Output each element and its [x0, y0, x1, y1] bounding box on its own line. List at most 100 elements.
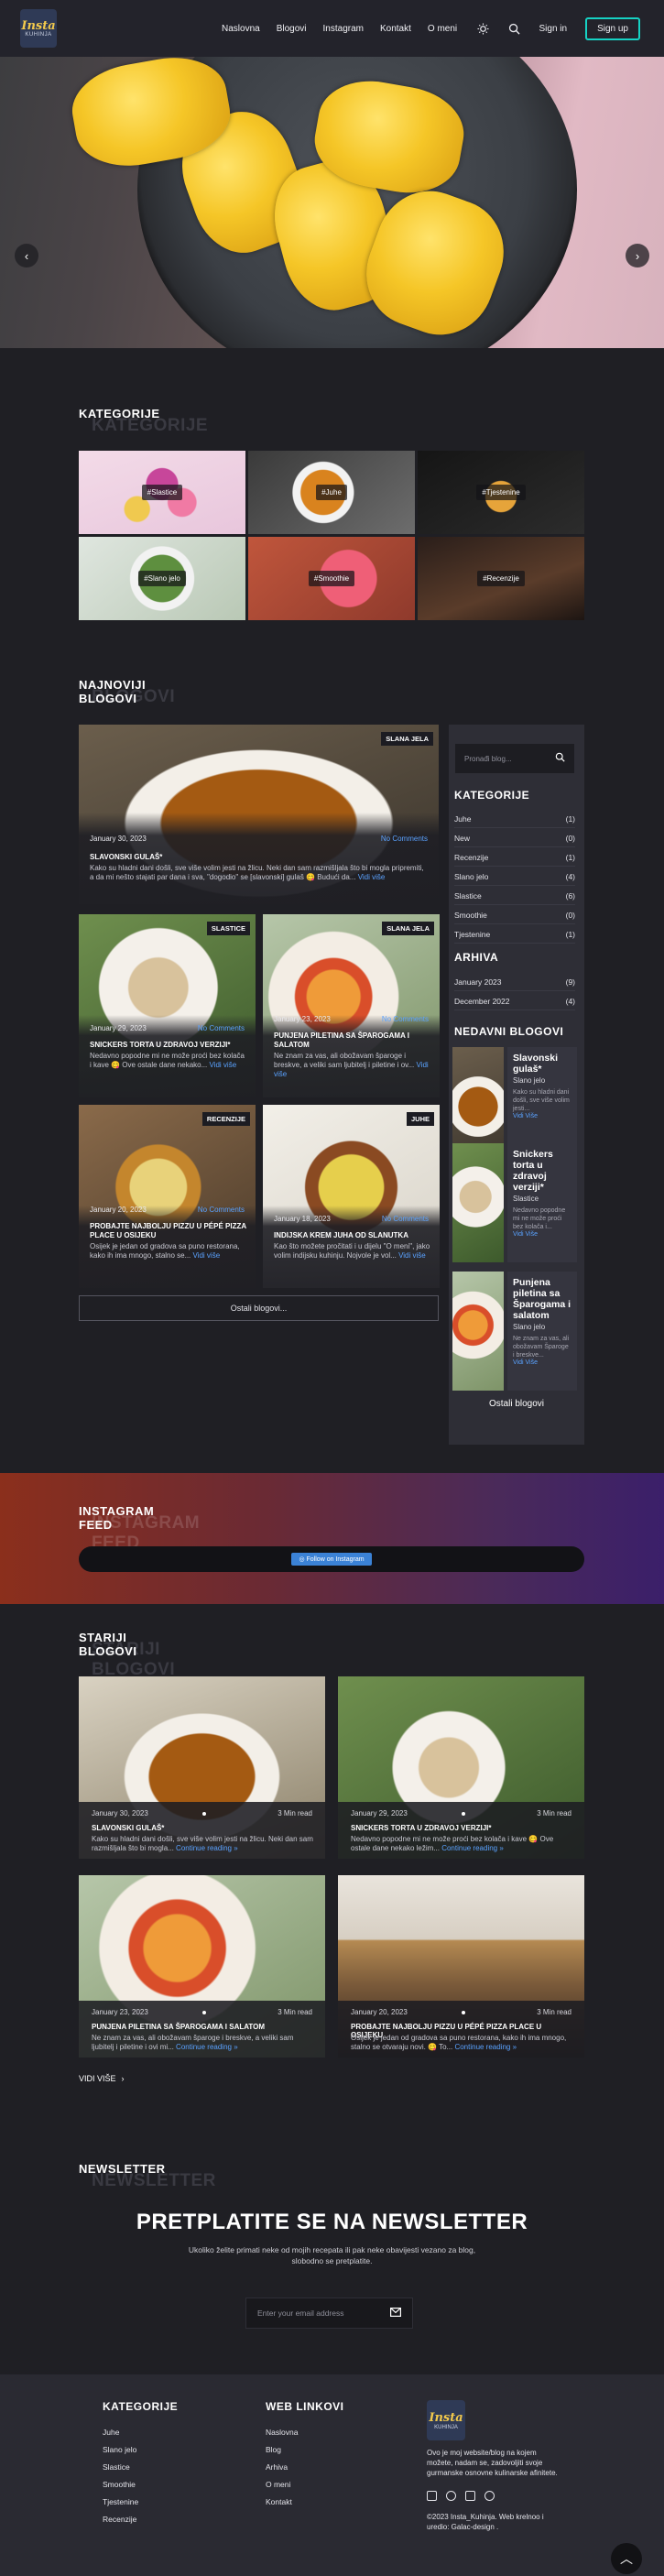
nav-item-kontakt[interactable]: Kontakt [380, 24, 411, 34]
older-blog-card[interactable]: January 30, 2023 3 Min read SLAVONSKI GUL… [79, 1676, 325, 1859]
post-title[interactable]: SLAVONSKI GULAŠ* [92, 1824, 314, 1832]
scroll-to-top-button[interactable]: ︿ [611, 2543, 642, 2574]
facebook-icon[interactable] [446, 2491, 456, 2501]
continue-reading-link[interactable]: Continue reading » [454, 2043, 517, 2051]
category-tile-recenzije[interactable]: #Recenzije [418, 537, 584, 620]
pinterest-icon[interactable] [484, 2491, 495, 2501]
recent-post-more[interactable]: Vidi Više [513, 1113, 571, 1119]
category-badge[interactable]: SLANA JELA [382, 922, 434, 935]
post-date: January 30, 2023 [90, 835, 147, 843]
post-title[interactable]: PUNJENA PILETINA SA ŠPAROGAMA I SALATOM [274, 1031, 430, 1050]
continue-reading-link[interactable]: Continue reading » [176, 2043, 238, 2051]
sidebar-category-item[interactable]: Smoothie (0) [454, 911, 575, 924]
read-more-link[interactable]: Vidi više [398, 1251, 426, 1260]
meta-dot [201, 1812, 206, 1816]
footer-link[interactable]: Recenzije [103, 2515, 178, 2524]
search-icon[interactable] [555, 752, 565, 765]
follow-label: Follow on Instagram [306, 1556, 365, 1563]
hero-next-button[interactable]: › [626, 244, 649, 267]
footer-link[interactable]: Slastice [103, 2462, 178, 2472]
category-badge[interactable]: JUHE [406, 1112, 434, 1126]
read-more-link[interactable]: Vidi više [193, 1251, 221, 1260]
sidebar-archive-item[interactable]: January 2023 (9) [454, 977, 575, 991]
read-more-link[interactable]: Vidi više [210, 1061, 237, 1069]
continue-reading-link[interactable]: Continue reading » [441, 1844, 504, 1852]
blog-card[interactable]: SLASTICE January 29, 2023 No Comments SN… [79, 914, 256, 1097]
post-title[interactable]: SNICKERS TORTA U ZDRAVOJ VERZIJI* [351, 1824, 573, 1832]
post-title[interactable]: PROBAJTE NAJBOLJU PIZZU U PÉPÉ PIZZA PLA… [90, 1222, 246, 1240]
category-badge[interactable]: RECENZIJE [201, 1112, 250, 1126]
footer-link[interactable]: Juhe [103, 2428, 178, 2437]
sidebar-category-item[interactable]: Juhe (1) [454, 814, 575, 828]
sidebar-archive-item[interactable]: December 2022 (4) [454, 997, 575, 1010]
logo-subtext: KUHINJA [434, 2424, 458, 2430]
category-tile-smoothie[interactable]: #Smoothie [248, 537, 415, 620]
post-title[interactable]: SNICKERS TORTA U ZDRAVOJ VERZIJI* [90, 1041, 246, 1050]
footer-link[interactable]: Naslovna [266, 2428, 344, 2437]
sign-in-link[interactable]: Sign in [539, 24, 568, 34]
sidebar-category-item[interactable]: Recenzije (1) [454, 853, 575, 867]
sidebar-category-item[interactable]: Tjestenine (1) [454, 930, 575, 944]
recent-post[interactable]: Snickers torta u zdravoj verziji* Slasti… [452, 1143, 577, 1262]
recent-post-title[interactable]: Punjena piletina sa Šparogama i salatom [513, 1277, 571, 1321]
category-badge[interactable]: SLANA JELA [381, 732, 433, 746]
footer-link[interactable]: Kontakt [266, 2497, 344, 2506]
recent-post-more[interactable]: Vidi Više [513, 1359, 571, 1366]
older-blog-card[interactable]: January 20, 2023 3 Min read PROBAJTE NAJB… [338, 1875, 584, 2058]
category-tile-slano-jelo[interactable]: #Slano jelo [79, 537, 245, 620]
sidebar-more-blogs-link[interactable]: Ostali blogovi [449, 1399, 584, 1409]
nav-item-o-meni[interactable]: O meni [428, 24, 457, 34]
newsletter-email-input[interactable]: Enter your email address [245, 2298, 413, 2329]
category-tile-slastice[interactable]: #Slastice [79, 451, 245, 534]
older-blog-card[interactable]: January 23, 2023 3 Min read PUNJENA PILET… [79, 1875, 325, 2058]
nav-item-naslovna[interactable]: Naslovna [222, 24, 260, 34]
comments-link[interactable]: No Comments [381, 835, 428, 843]
blog-card[interactable]: JUHE January 18, 2023 No Comments INDIJS… [263, 1105, 440, 1288]
footer-link[interactable]: Arhiva [266, 2462, 344, 2472]
sidebar-category-item[interactable]: Slano jelo (4) [454, 872, 575, 886]
see-more-link[interactable]: VIDI VIŠE › [79, 2074, 125, 2083]
sun-icon[interactable] [477, 22, 490, 35]
blog-card[interactable]: SLANA JELA January 23, 2023 No Comments … [263, 914, 440, 1097]
category-tile-tjestenine[interactable]: #Tjestenine [418, 451, 584, 534]
footer-link[interactable]: Slano jelo [103, 2445, 178, 2454]
sidebar-category-item[interactable]: New (0) [454, 834, 575, 847]
category-badge[interactable]: SLASTICE [206, 922, 250, 935]
recent-post-title[interactable]: Snickers torta u zdravoj verziji* [513, 1149, 571, 1193]
footer-link[interactable]: Smoothie [103, 2480, 178, 2489]
comments-link[interactable]: No Comments [382, 1015, 429, 1023]
logo[interactable]: Insta KUHINJA [20, 9, 57, 48]
post-title[interactable]: SLAVONSKI GULAŠ* [90, 853, 430, 862]
comments-link[interactable]: No Comments [382, 1215, 429, 1223]
sidebar-search-input[interactable]: Pronađi blog... [455, 744, 574, 773]
send-icon[interactable] [390, 2307, 402, 2319]
instagram-follow-button[interactable]: ◎ Follow on Instagram [291, 1553, 372, 1566]
nav-item-blogovi[interactable]: Blogovi [277, 24, 307, 34]
post-title[interactable]: INDIJSKA KREM JUHA OD SLANUTKA [274, 1231, 430, 1240]
search-icon[interactable] [508, 22, 521, 35]
recent-post-more[interactable]: Vidi Više [513, 1231, 571, 1238]
featured-blog-card[interactable]: SLANA JELA January 30, 2023 No Comments … [79, 725, 439, 904]
older-blog-card[interactable]: January 29, 2023 3 Min read SNICKERS TORT… [338, 1676, 584, 1859]
instagram-icon[interactable] [427, 2491, 437, 2501]
comments-link[interactable]: No Comments [198, 1206, 245, 1214]
post-title[interactable]: PUNJENA PILETINA SA ŠPAROGAMA I SALATOM [92, 2023, 314, 2031]
hero-prev-button[interactable]: ‹ [15, 244, 38, 267]
bookmark-icon[interactable] [465, 2491, 475, 2501]
footer-logo[interactable]: Insta KUHINJA [427, 2400, 465, 2440]
footer-link[interactable]: O meni [266, 2480, 344, 2489]
comments-link[interactable]: No Comments [198, 1024, 245, 1032]
archive-name: January 2023 [454, 977, 502, 987]
footer-link[interactable]: Tjestenine [103, 2497, 178, 2506]
sign-up-button[interactable]: Sign up [585, 16, 640, 40]
blog-card[interactable]: RECENZIJE January 20, 2023 No Comments P… [79, 1105, 256, 1288]
recent-post[interactable]: Punjena piletina sa Šparogama i salatom … [452, 1272, 577, 1391]
more-blogs-button[interactable]: Ostali blogovi... [79, 1295, 439, 1321]
continue-reading-link[interactable]: Continue reading » [176, 1844, 238, 1852]
read-more-link[interactable]: Vidi više [358, 873, 386, 881]
sidebar-category-item[interactable]: Slastice (6) [454, 891, 575, 905]
footer-link[interactable]: Blog [266, 2445, 344, 2454]
category-tile-juhe[interactable]: #Juhe [248, 451, 415, 534]
nav-item-instagram[interactable]: Instagram [323, 24, 364, 34]
recent-post-title[interactable]: Slavonski gulaš* [513, 1053, 571, 1075]
